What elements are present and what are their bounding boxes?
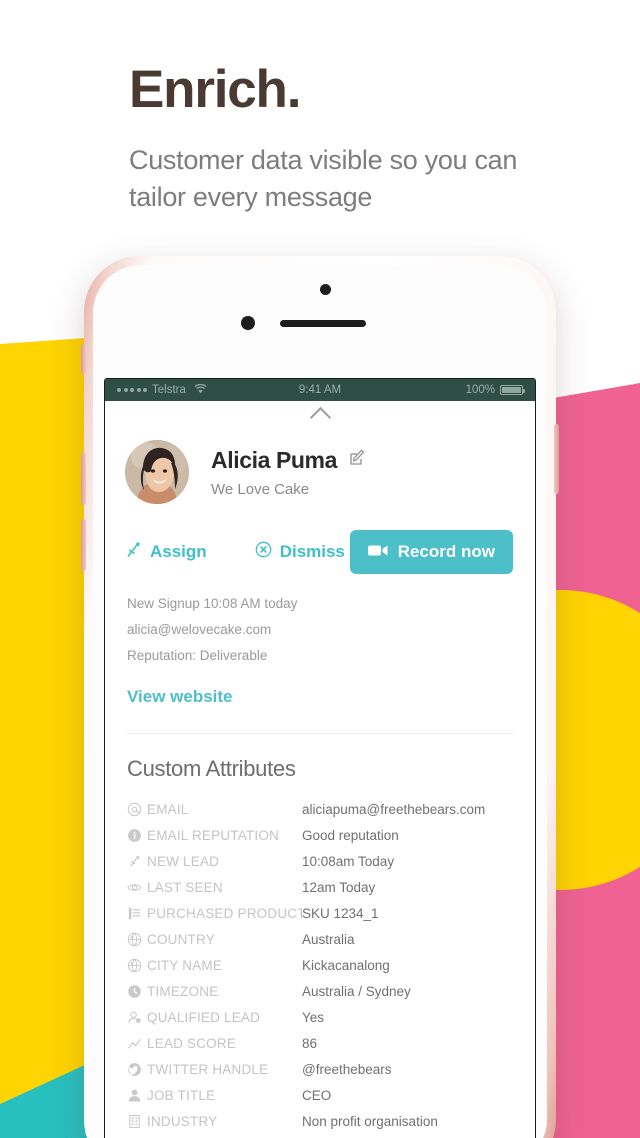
attribute-key: JOB TITLE <box>147 1087 216 1103</box>
chart-icon <box>127 1036 147 1051</box>
attribute-row: TIMEZONE Australia / Sydney <box>127 978 513 1004</box>
dismiss-label: Dismiss <box>279 542 345 561</box>
phone-screen: Telstra 9:41 AM 100% Alicia Puma We Love… <box>104 378 536 1138</box>
attribute-row: PURCHASED PRODUCT SKU 1234_1 <box>127 900 513 926</box>
action-row: Assign Dismiss Record now <box>105 504 535 574</box>
headline-block: Enrich. Customer data visible so you can… <box>129 62 549 216</box>
attribute-row: TWITTER HANDLE @freethebears <box>127 1056 513 1082</box>
attribute-value: aliciapuma@freethebears.com <box>302 801 486 817</box>
info-list: New Signup 10:08 AM today alicia@welovec… <box>105 574 535 707</box>
attribute-value: CEO <box>302 1087 332 1103</box>
proximity-sensor-icon <box>241 316 255 330</box>
profile-name-row: Alicia Puma <box>211 447 366 474</box>
info-circle-icon <box>127 828 147 843</box>
attribute-key: TWITTER HANDLE <box>147 1061 269 1077</box>
new-lead-icon <box>127 854 147 869</box>
attribute-key: CITY NAME <box>147 957 223 973</box>
contact-sheet: Alicia Puma We Love Cake Assign Dismiss … <box>105 401 535 1138</box>
power-button <box>554 424 559 494</box>
person-icon <box>127 1088 147 1103</box>
volume-up-button <box>81 453 86 505</box>
attribute-key: LEAD SCORE <box>147 1035 237 1051</box>
profile-meta: Alicia Puma We Love Cake <box>211 447 366 498</box>
contact-name: Alicia Puma <box>211 446 337 473</box>
contact-company: We Love Cake <box>211 480 310 498</box>
edit-pencil-icon[interactable] <box>349 449 366 471</box>
status-bar-right: 100% <box>465 384 525 396</box>
attribute-row: QUALIFIED LEAD Yes <box>127 1004 513 1030</box>
attribute-value: 12am Today <box>302 879 376 895</box>
attribute-row: LEAD SCORE 86 <box>127 1030 513 1056</box>
battery-icon <box>500 385 525 395</box>
dismiss-circle-x-icon <box>255 541 272 563</box>
silent-switch <box>81 344 86 374</box>
custom-attributes-list: EMAIL aliciapuma@freethebears.com EMAIL RE… <box>105 782 535 1138</box>
signup-info: New Signup 10:08 AM today <box>127 596 298 611</box>
attribute-value: @freethebears <box>302 1061 392 1077</box>
earpiece-speaker <box>280 320 366 327</box>
attribute-key: EMAIL REPUTATION <box>147 827 279 843</box>
attribute-row: NEW LEAD 10:08am Today <box>127 848 513 874</box>
attribute-key: COUNTRY <box>147 931 215 947</box>
attribute-value: Good reputation <box>302 827 399 843</box>
attribute-value: Kickacanalong <box>302 957 390 973</box>
attribute-row: EMAIL aliciapuma@freethebears.com <box>127 796 513 822</box>
email-info: alicia@welovecake.com <box>127 622 272 637</box>
record-now-label: Record now <box>397 542 495 561</box>
avatar-photo <box>125 440 189 504</box>
attribute-row: CITY NAME Kickacanalong <box>127 952 513 978</box>
volume-down-button <box>81 519 86 571</box>
phone-mockup: Telstra 9:41 AM 100% Alicia Puma We Love… <box>81 256 559 1138</box>
list-icon <box>127 906 147 921</box>
attribute-key: NEW LEAD <box>147 853 220 869</box>
assign-button[interactable]: Assign <box>125 541 207 564</box>
assign-label: Assign <box>150 542 207 561</box>
status-bar: Telstra 9:41 AM 100% <box>105 379 535 401</box>
attribute-row: COUNTRY Australia <box>127 926 513 952</box>
clock-icon <box>127 984 147 999</box>
view-website-link[interactable]: View website <box>127 687 233 707</box>
reputation-info: Reputation: Deliverable <box>127 648 268 663</box>
record-now-button[interactable]: Record now <box>349 530 513 574</box>
battery-percent-label: 100% <box>465 384 495 396</box>
page-title: Enrich. <box>129 60 301 119</box>
globe-icon <box>127 958 147 973</box>
eye-icon <box>127 880 147 895</box>
collapse-sheet-button[interactable] <box>105 401 535 432</box>
chevron-up-icon <box>309 406 331 429</box>
attribute-value: Australia / Sydney <box>302 983 411 999</box>
attribute-value: Australia <box>302 931 355 947</box>
attribute-row: EMAIL REPUTATION Good reputation <box>127 822 513 848</box>
attribute-key: LAST SEEN <box>147 879 223 895</box>
attribute-value: Non profit organisation <box>302 1113 438 1129</box>
dismiss-button[interactable]: Dismiss <box>255 541 345 563</box>
profile-header: Alicia Puma We Love Cake <box>105 432 535 504</box>
page-subtitle: Customer data visible so you can tailor … <box>129 144 518 212</box>
avatar[interactable] <box>125 440 189 504</box>
video-camera-icon <box>367 542 388 562</box>
attribute-key: EMAIL <box>147 801 189 817</box>
building-icon <box>127 1114 147 1129</box>
attribute-key: TIMEZONE <box>147 983 219 999</box>
attribute-row: INDUSTRY Non profit organisation <box>127 1108 513 1134</box>
attribute-value: 86 <box>302 1035 318 1051</box>
attribute-row: JOB TITLE CEO <box>127 1082 513 1108</box>
attribute-key: INDUSTRY <box>147 1113 218 1129</box>
attribute-key: QUALIFIED LEAD <box>147 1009 261 1025</box>
twitter-icon <box>127 1062 147 1077</box>
attribute-row: COMPANY SIZE50 - 100 employees <box>127 1134 513 1138</box>
attribute-value: 10:08am Today <box>302 853 395 869</box>
attribute-key: PURCHASED PRODUCT <box>147 905 302 921</box>
attribute-row: LAST SEEN 12am Today <box>127 874 513 900</box>
attribute-value: SKU 1234_1 <box>302 905 379 921</box>
front-camera-icon <box>320 284 331 295</box>
globe-icon <box>127 932 147 947</box>
custom-attributes-title: Custom Attributes <box>127 756 296 781</box>
assign-arrow-icon <box>125 541 142 564</box>
at-sign-icon <box>127 802 147 817</box>
person-check-icon <box>127 1010 147 1025</box>
attribute-value: Yes <box>302 1009 325 1025</box>
